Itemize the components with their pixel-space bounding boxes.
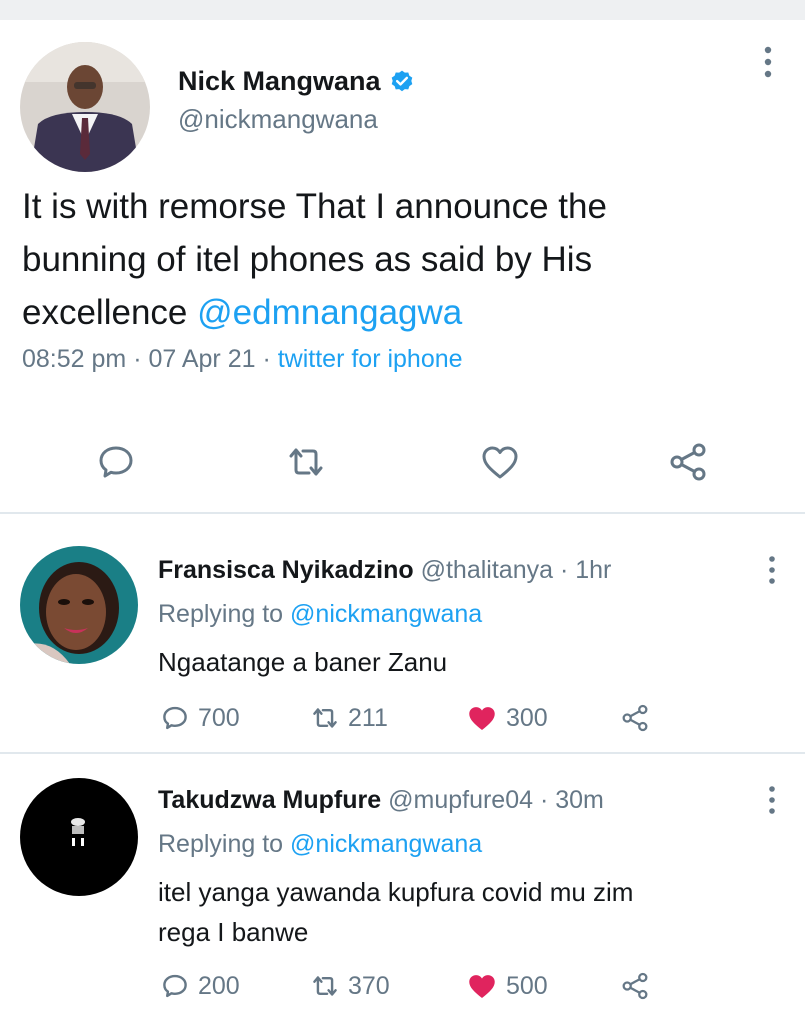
- reply-icon: [163, 974, 187, 998]
- separator: ·: [126, 345, 149, 373]
- more-options-icon[interactable]: [762, 782, 782, 818]
- like-icon[interactable]: [476, 438, 524, 486]
- retweet-icon: [313, 708, 337, 728]
- reply-actions: 700 211 300: [158, 698, 678, 738]
- reply-text: Ngaatange a baner Zanu: [158, 647, 448, 677]
- separator: ·: [553, 556, 576, 584]
- retweet-button[interactable]: 211: [308, 698, 388, 738]
- replying-to-handle[interactable]: @nickmangwana: [290, 830, 482, 858]
- reply-time[interactable]: 30m: [555, 786, 604, 814]
- reply-time[interactable]: 1hr: [575, 556, 611, 584]
- reply-icon[interactable]: [92, 438, 140, 486]
- like-button[interactable]: 300: [464, 698, 548, 738]
- verified-badge-icon: [391, 70, 412, 91]
- reply-actions: 200 370 500: [158, 966, 678, 1006]
- like-filled-icon: [469, 975, 495, 998]
- replying-to-prefix: Replying to: [158, 830, 291, 858]
- tweet-text-line: excellence @edmnangagwa: [22, 286, 782, 339]
- replying-to: Replying to @nickmangwana: [158, 600, 482, 629]
- reply-author-name[interactable]: Fransisca Nyikadzino: [158, 556, 414, 584]
- reply-author-handle[interactable]: @thalitanya: [421, 556, 553, 584]
- tweet-meta: 08:52 pm · 07 Apr 21 · twitter for iphon…: [22, 345, 463, 374]
- reply-author-handle[interactable]: @mupfure04: [388, 786, 533, 814]
- top-strip: [0, 0, 805, 20]
- separator: ·: [255, 345, 278, 373]
- reply-author-name[interactable]: Takudzwa Mupfure: [158, 786, 381, 814]
- like-filled-icon: [469, 707, 495, 730]
- reply-header: Fransisca Nyikadzino @thalitanya · 1hr: [158, 556, 611, 585]
- replying-to-handle[interactable]: @nickmangwana: [290, 600, 482, 628]
- tweet-text-line: bunning of itel phones as said by His: [22, 233, 782, 286]
- tweet-source[interactable]: twitter for iphone: [278, 345, 463, 373]
- replying-to-prefix: Replying to: [158, 600, 291, 628]
- retweet-icon: [313, 976, 337, 996]
- main-tweet: Nick Mangwana @nickmangwana It is with r…: [0, 20, 805, 512]
- tweet-actions: [0, 438, 805, 494]
- tweet-text-prefix: excellence: [22, 293, 198, 332]
- tweet-date[interactable]: 07 Apr 21: [148, 345, 255, 373]
- author-name[interactable]: Nick Mangwana: [178, 66, 415, 97]
- like-button[interactable]: 500: [464, 966, 548, 1006]
- like-count: 500: [506, 971, 548, 1000]
- reply-tweet: Takudzwa Mupfure @mupfure04 · 30m Replyi…: [0, 754, 805, 1024]
- share-icon[interactable]: [664, 438, 712, 486]
- share-button[interactable]: [618, 698, 652, 738]
- share-icon: [622, 704, 648, 732]
- more-options-icon[interactable]: [756, 42, 780, 82]
- author-name-text[interactable]: Nick Mangwana: [178, 66, 381, 97]
- reply-button[interactable]: 200: [158, 966, 240, 1006]
- tweet-text-line: bunning of itel phones as said by His: [22, 240, 593, 279]
- like-count: 300: [506, 703, 548, 732]
- reply-button[interactable]: 700: [158, 698, 240, 738]
- tweet-text-line: It is with remorse That I announce the: [22, 187, 607, 226]
- reply-count: 200: [198, 971, 240, 1000]
- retweet-button[interactable]: 370: [308, 966, 390, 1006]
- avatar[interactable]: [20, 42, 150, 172]
- reply-tweet: Fransisca Nyikadzino @thalitanya · 1hr R…: [0, 514, 805, 752]
- replying-to: Replying to @nickmangwana: [158, 830, 482, 859]
- separator: ·: [533, 786, 556, 814]
- share-button[interactable]: [618, 966, 652, 1006]
- share-icon: [622, 972, 648, 1000]
- reply-text-line: itel yanga yawanda kupfura covid mu zim: [158, 877, 634, 907]
- reply-text-line: rega I banwe: [158, 917, 309, 947]
- avatar[interactable]: [20, 546, 138, 664]
- more-options-icon[interactable]: [762, 552, 782, 588]
- reply-icon: [163, 706, 187, 730]
- tweet-time[interactable]: 08:52 pm: [22, 345, 126, 373]
- tweet-text: It is with remorse That I announce the b…: [22, 180, 782, 339]
- retweet-count: 211: [348, 703, 388, 732]
- retweet-count: 370: [348, 971, 390, 1000]
- mention-link[interactable]: @edmnangagwa: [197, 293, 462, 332]
- reply-count: 700: [198, 703, 240, 732]
- reply-header: Takudzwa Mupfure @mupfure04 · 30m: [158, 786, 604, 815]
- reply-text: itel yanga yawanda kupfura covid mu zim …: [158, 872, 778, 952]
- author-handle[interactable]: @nickmangwana: [178, 104, 378, 135]
- avatar[interactable]: [20, 778, 138, 896]
- retweet-icon[interactable]: [282, 438, 330, 486]
